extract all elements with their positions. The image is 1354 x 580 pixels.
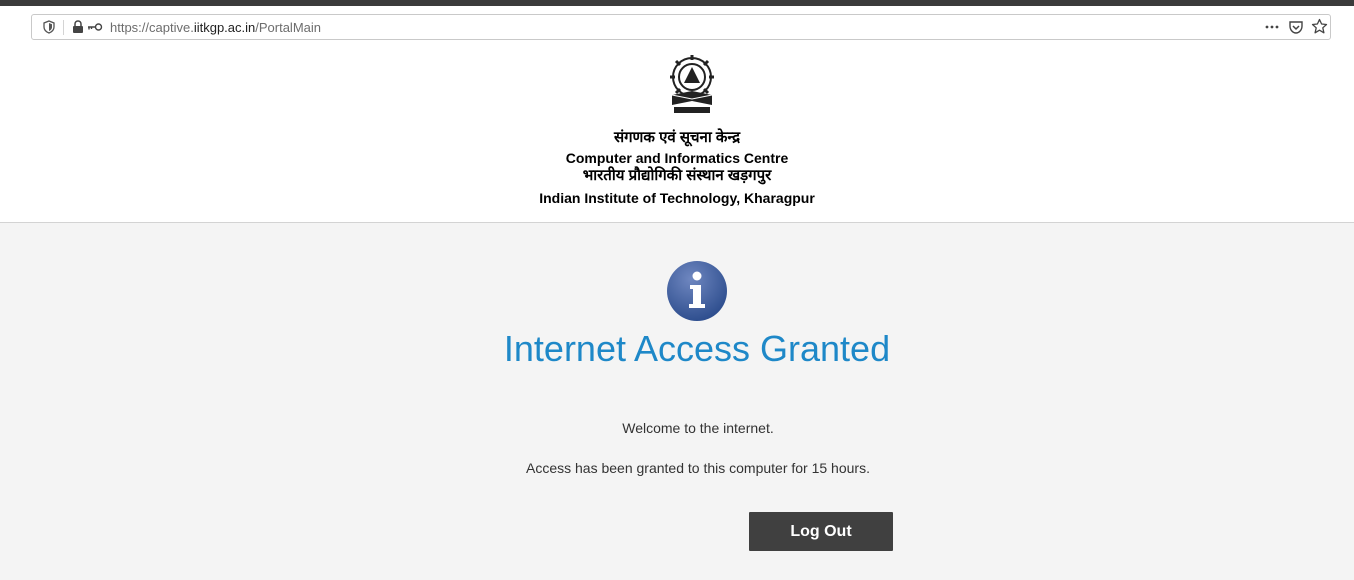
institute-header: संगणक एवं सूचना केन्द्र Computer and Inf… bbox=[0, 41, 1354, 222]
institute-logo bbox=[670, 55, 714, 113]
logout-button[interactable]: Log Out bbox=[749, 512, 893, 551]
hindi-centre-name: संगणक एवं सूचना केन्द्र bbox=[613, 129, 741, 146]
lock-icon[interactable] bbox=[72, 20, 84, 34]
welcome-text: Welcome to the internet. bbox=[622, 420, 774, 436]
url-host: iitkgp.ac.in bbox=[193, 20, 256, 35]
hindi-institute-name: भारतीय प्रौद्योगिकी संस्थान खड़गपुर bbox=[582, 167, 772, 184]
english-centre-name: Computer and Informatics Centre bbox=[565, 150, 789, 166]
url-prefix: https://captive. bbox=[110, 20, 194, 35]
url-text[interactable]: https://captive.iitkgp.ac.in/PortalMain bbox=[110, 19, 321, 36]
english-institute-name: Indian Institute of Technology, Kharagpu… bbox=[539, 190, 815, 206]
separator bbox=[63, 20, 64, 35]
shield-icon[interactable] bbox=[42, 20, 56, 34]
info-icon bbox=[667, 261, 727, 321]
key-icon[interactable] bbox=[87, 22, 103, 32]
address-bar[interactable]: https://captive.iitkgp.ac.in/PortalMain bbox=[31, 14, 1331, 40]
page-title: Internet Access Granted bbox=[503, 328, 891, 369]
main-panel: Internet Access Granted Welcome to the i… bbox=[0, 223, 1354, 580]
star-icon[interactable] bbox=[1311, 18, 1328, 35]
pocket-icon[interactable] bbox=[1288, 19, 1304, 35]
more-icon[interactable] bbox=[1264, 20, 1280, 34]
access-text: Access has been granted to this computer… bbox=[526, 460, 870, 476]
window-top-bar bbox=[0, 0, 1354, 6]
url-path: /PortalMain bbox=[255, 20, 321, 35]
